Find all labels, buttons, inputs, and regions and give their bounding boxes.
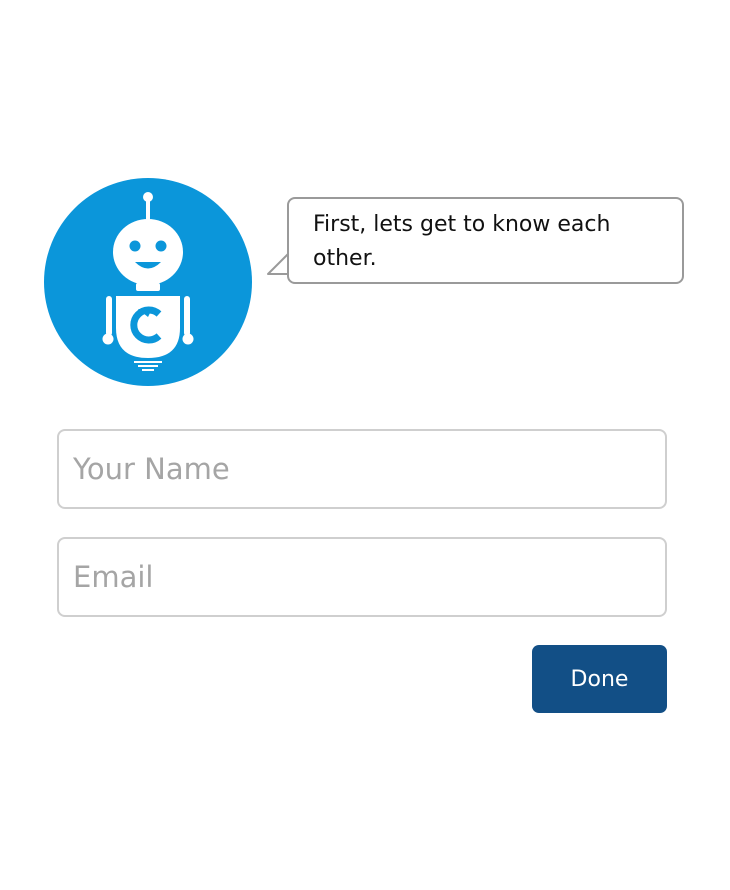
robot-avatar-icon bbox=[102, 192, 194, 371]
name-input[interactable] bbox=[57, 429, 667, 509]
done-button[interactable]: Done bbox=[532, 645, 667, 713]
bot-message: First, lets get to know each other. bbox=[313, 212, 611, 271]
bot-avatar bbox=[44, 178, 252, 386]
speech-bubble: First, lets get to know each other. bbox=[287, 197, 684, 284]
email-input[interactable] bbox=[57, 537, 667, 617]
